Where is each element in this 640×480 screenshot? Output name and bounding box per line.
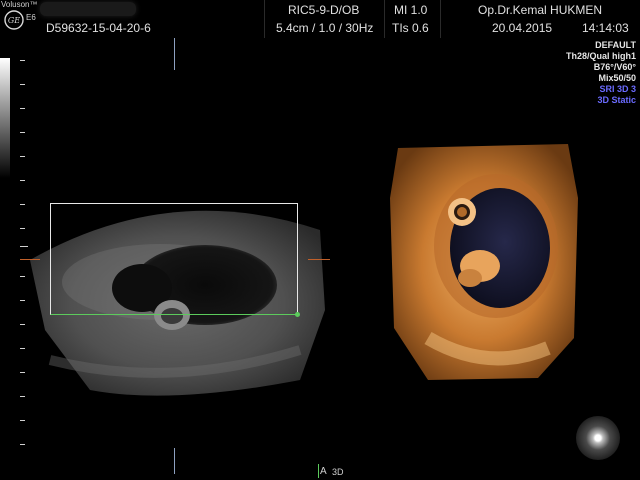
model-label: E6: [26, 13, 36, 22]
depth-tick: [20, 108, 25, 109]
exam-date: 20.04.2015: [492, 21, 553, 35]
exam-time: 14:14:03: [582, 21, 629, 35]
settings-line: 3D Static: [597, 95, 636, 105]
header-bar: GE Voluson™ E6 D59632-15-04-20-6 RIC5-9-…: [0, 0, 640, 38]
center-line-bottom: [174, 448, 175, 474]
depth-tick: [20, 180, 25, 181]
probe-label: RIC5-9-D/OB: [288, 3, 360, 17]
brand-label: Voluson™: [1, 0, 38, 9]
depth-tick: [20, 60, 25, 61]
redacted-patient-name: [40, 2, 136, 16]
focus-marker-right: [308, 259, 330, 260]
depth-tick: [20, 132, 25, 133]
operator-name: Op.Dr.Kemal HUKMEN: [478, 3, 603, 17]
depth-tick: [20, 84, 25, 85]
depth-tick: [20, 420, 25, 421]
grayscale-bar: [0, 58, 10, 178]
settings-line: B76°/V60°: [593, 62, 636, 72]
focus-marker-left: [20, 259, 40, 260]
volume-roi-box[interactable]: [50, 203, 298, 315]
depth-info: 5.4cm / 1.0 / 30Hz: [276, 21, 374, 35]
settings-line: Th28/Qual high1: [565, 51, 636, 61]
orientation-orb-icon[interactable]: [576, 416, 620, 460]
settings-panel: DEFAULT Th28/Qual high1 B76°/V60° Mix50/…: [566, 40, 636, 106]
mi-value: MI 1.0: [394, 3, 428, 17]
patient-id: D59632-15-04-20-6: [46, 21, 151, 35]
tis-value: TIs 0.6: [392, 21, 429, 35]
settings-line: SRI 3D 3: [599, 84, 636, 94]
settings-line: Mix50/50: [598, 73, 636, 83]
svg-text:GE: GE: [8, 16, 20, 25]
mode-indicator: [318, 464, 349, 478]
center-line-top: [174, 38, 175, 70]
ultrasound-3d-render[interactable]: [388, 138, 580, 382]
depth-tick: [20, 156, 25, 157]
roi-handle[interactable]: [295, 312, 300, 317]
depth-tick: [20, 444, 25, 445]
settings-line: DEFAULT: [595, 40, 636, 50]
